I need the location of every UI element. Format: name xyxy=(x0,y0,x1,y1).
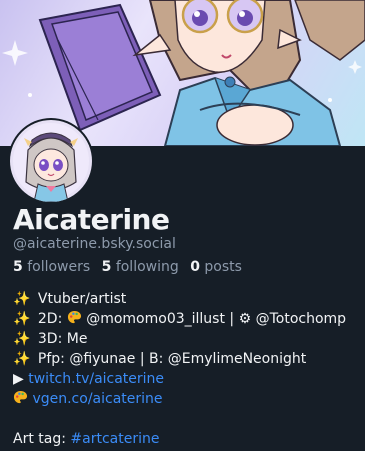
bio-line-8: Art tag: #artcaterine xyxy=(13,429,365,449)
bio-line-6: vgen.co/aicaterine xyxy=(13,389,365,409)
avatar[interactable] xyxy=(8,118,94,204)
profile-handle: @aicaterine.bsky.social xyxy=(13,236,176,252)
following-count: 5 xyxy=(101,259,112,275)
twitch-link[interactable]: twitch.tv/aicaterine xyxy=(28,371,164,387)
bio-separator: | xyxy=(229,311,235,327)
posts-label: posts xyxy=(204,259,242,275)
posts-count: 0 xyxy=(190,259,200,275)
bio-pfp-label: Pfp: xyxy=(37,351,65,367)
art-tag-link[interactable]: #artcaterine xyxy=(70,431,159,447)
sparkles-icon: ✨ xyxy=(13,291,31,307)
gear-icon: ⚙ xyxy=(238,311,252,327)
palette-icon xyxy=(67,310,81,324)
sparkles-icon: ✨ xyxy=(13,351,31,367)
display-name: Aicaterine xyxy=(13,203,170,236)
bio-mention-rigger[interactable]: @Totochomp xyxy=(256,311,346,327)
bio-3d: 3D: Me xyxy=(37,331,88,347)
bio-mention-pfp[interactable]: @fiyunae xyxy=(69,351,135,367)
bio-line-3: ✨ 3D: Me xyxy=(13,329,365,349)
art-tag-label: Art tag: xyxy=(13,431,66,447)
following-link[interactable]: 5 following xyxy=(102,259,179,275)
posts-stat: 0 posts xyxy=(190,259,242,275)
bio-line-5: ▶ twitch.tv/aicaterine xyxy=(13,369,365,389)
followers-count: 5 xyxy=(13,259,23,275)
followers-link[interactable]: 5 followers xyxy=(13,259,90,275)
sparkles-icon: ✨ xyxy=(13,331,31,347)
profile-bio: ✨ Vtuber/artist ✨ 2D: @momomo03_illust |… xyxy=(13,289,365,449)
bio-mention-banner[interactable]: @EmylimeNeonight xyxy=(168,351,306,367)
profile-stats: 5 followers 5 following 0 posts xyxy=(13,259,249,275)
bio-line-1: ✨ Vtuber/artist xyxy=(13,289,365,309)
following-label: following xyxy=(115,259,179,275)
play-icon: ▶ xyxy=(13,371,24,387)
bio-line-4: ✨ Pfp: @fiyunae | B: @EmylimeNeonight xyxy=(13,349,365,369)
bio-spacer xyxy=(13,409,365,429)
vgen-link[interactable]: vgen.co/aicaterine xyxy=(32,391,162,407)
bio-banner-label: | B: xyxy=(139,351,164,367)
bio-mention-artist[interactable]: @momomo03_illust xyxy=(86,311,225,327)
bio-role: Vtuber/artist xyxy=(37,291,127,307)
followers-label: followers xyxy=(27,259,91,275)
bio-line-2: ✨ 2D: @momomo03_illust | ⚙ @Totochomp xyxy=(13,309,365,329)
sparkles-icon: ✨ xyxy=(13,311,31,327)
avatar-image xyxy=(10,120,92,202)
palette-icon xyxy=(13,390,28,404)
bio-2d-label: 2D: xyxy=(37,311,63,327)
